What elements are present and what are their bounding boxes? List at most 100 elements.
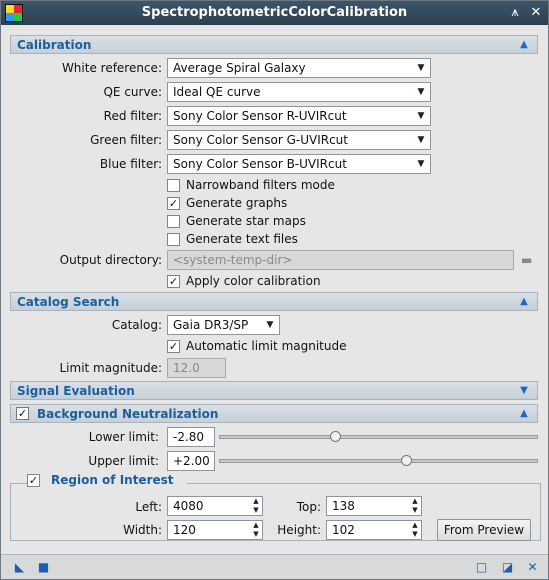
upper-limit-slider[interactable] bbox=[219, 455, 538, 467]
roi-left-spinbox[interactable]: 4080 ▲ ▼ bbox=[167, 496, 263, 516]
roi-height-value: 102 bbox=[332, 523, 355, 537]
chevron-down-icon: ▼ bbox=[417, 87, 425, 97]
edit-instance-icon[interactable]: ◪ bbox=[501, 561, 514, 574]
region-of-interest-title[interactable]: ✓ Region of Interest bbox=[27, 471, 187, 491]
expand-down-icon[interactable]: ▼ bbox=[517, 383, 531, 398]
title-bar[interactable]: SpectrophotometricColorCalibration ⩚ ✕ bbox=[1, 1, 548, 25]
auto-limit-checkbox-box[interactable]: ✓ bbox=[167, 340, 180, 353]
white-reference-label: White reference: bbox=[61, 61, 162, 75]
from-preview-button[interactable]: From Preview bbox=[437, 519, 531, 541]
generate-star-maps-checkbox[interactable]: Generate star maps bbox=[167, 214, 367, 229]
catalog-label: Catalog: bbox=[111, 318, 162, 332]
background-neutralization-checkbox[interactable]: ✓ bbox=[16, 407, 29, 420]
roi-label: Region of Interest bbox=[51, 473, 174, 487]
reset-icon[interactable]: ✕ bbox=[526, 561, 539, 574]
generate-graphs-checkbox[interactable]: ✓ Generate graphs bbox=[167, 196, 367, 211]
spin-down-icon[interactable]: ▼ bbox=[250, 506, 262, 515]
spcc-window: SpectrophotometricColorCalibration ⩚ ✕ C… bbox=[0, 0, 549, 580]
shade-window-icon[interactable]: ⩚ bbox=[506, 4, 524, 22]
blue-filter-value: Sony Color Sensor B-UVIRcut bbox=[173, 157, 347, 171]
limit-magnitude-field[interactable]: 12.0 bbox=[167, 358, 226, 378]
section-calibration-label: Calibration bbox=[17, 38, 92, 52]
collapse-up-icon[interactable]: ▲ bbox=[517, 294, 531, 309]
narrowband-label: Narrowband filters mode bbox=[186, 178, 335, 192]
lower-limit-slider-thumb[interactable] bbox=[330, 431, 341, 442]
chevron-down-icon: ▼ bbox=[417, 111, 425, 121]
new-instance-icon[interactable]: ◣ bbox=[13, 561, 26, 574]
generate-graphs-checkbox-box[interactable]: ✓ bbox=[167, 197, 180, 210]
process-control-bar: ◣ ■ □ ◪ ✕ bbox=[1, 554, 548, 579]
roi-width-label: Width: bbox=[123, 523, 162, 537]
section-background-neutralization-label: Background Neutralization bbox=[37, 407, 219, 421]
collapse-up-icon[interactable]: ▲ bbox=[517, 37, 531, 52]
roi-top-spinbox[interactable]: 138 ▲ ▼ bbox=[326, 496, 422, 516]
lower-limit-value: -2.80 bbox=[173, 430, 205, 444]
green-filter-select[interactable]: Sony Color Sensor G-UVIRcut ▼ bbox=[167, 130, 431, 150]
catalog-select[interactable]: Gaia DR3/SP ▼ bbox=[167, 315, 280, 335]
output-directory-label: Output directory: bbox=[59, 253, 162, 267]
red-filter-label: Red filter: bbox=[103, 109, 162, 123]
roi-checkbox[interactable]: ✓ bbox=[27, 474, 40, 487]
close-window-icon[interactable]: ✕ bbox=[527, 4, 545, 22]
auto-limit-magnitude-checkbox[interactable]: ✓ Automatic limit magnitude bbox=[167, 339, 367, 354]
generate-text-files-checkbox-box[interactable] bbox=[167, 233, 180, 246]
spin-up-icon[interactable]: ▲ bbox=[409, 521, 421, 530]
qe-curve-select[interactable]: Ideal QE curve ▼ bbox=[167, 82, 431, 102]
chevron-down-icon: ▼ bbox=[266, 320, 274, 330]
collapse-up-icon[interactable]: ▲ bbox=[517, 406, 531, 421]
spin-down-icon[interactable]: ▼ bbox=[250, 530, 262, 539]
apply-color-calibration-checkbox[interactable]: ✓ Apply color calibration bbox=[167, 274, 367, 289]
section-catalog-search[interactable]: Catalog Search ▲ bbox=[10, 292, 538, 311]
upper-limit-field[interactable]: +2.00 bbox=[167, 451, 215, 471]
roi-left-value: 4080 bbox=[173, 499, 204, 513]
spin-up-icon[interactable]: ▲ bbox=[409, 497, 421, 506]
chevron-down-icon: ▼ bbox=[417, 135, 425, 145]
roi-height-spinbox[interactable]: 102 ▲ ▼ bbox=[326, 520, 422, 540]
limit-magnitude-label: Limit magnitude: bbox=[59, 361, 162, 375]
section-signal-evaluation[interactable]: Signal Evaluation ▼ bbox=[10, 381, 538, 400]
roi-width-spinbox[interactable]: 120 ▲ ▼ bbox=[167, 520, 263, 540]
lower-limit-slider-track bbox=[219, 435, 538, 439]
narrowband-checkbox[interactable]: Narrowband filters mode bbox=[167, 178, 367, 193]
section-signal-evaluation-label: Signal Evaluation bbox=[17, 384, 135, 398]
generate-star-maps-checkbox-box[interactable] bbox=[167, 215, 180, 228]
lower-limit-slider[interactable] bbox=[219, 431, 538, 443]
generate-star-maps-label: Generate star maps bbox=[186, 214, 306, 228]
green-filter-label: Green filter: bbox=[90, 133, 162, 147]
generate-text-files-checkbox[interactable]: Generate text files bbox=[167, 232, 367, 247]
white-reference-select[interactable]: Average Spiral Galaxy ▼ bbox=[167, 58, 431, 78]
apply-color-calibration-label: Apply color calibration bbox=[186, 274, 321, 288]
qe-curve-label: QE curve: bbox=[103, 85, 162, 99]
output-directory-placeholder: <system-temp-dir> bbox=[173, 253, 293, 267]
red-filter-value: Sony Color Sensor R-UVIRcut bbox=[173, 109, 347, 123]
section-calibration[interactable]: Calibration ▲ bbox=[10, 35, 538, 54]
blue-filter-select[interactable]: Sony Color Sensor B-UVIRcut ▼ bbox=[167, 154, 431, 174]
apply-checkbox-box[interactable]: ✓ bbox=[167, 275, 180, 288]
apply-global-icon[interactable]: ■ bbox=[37, 561, 50, 574]
white-reference-value: Average Spiral Galaxy bbox=[173, 61, 306, 75]
spin-down-icon[interactable]: ▼ bbox=[409, 530, 421, 539]
spin-down-icon[interactable]: ▼ bbox=[409, 506, 421, 515]
upper-limit-slider-thumb[interactable] bbox=[401, 455, 412, 466]
roi-width-value: 120 bbox=[173, 523, 196, 537]
roi-left-label: Left: bbox=[135, 500, 162, 514]
output-directory-field[interactable]: <system-temp-dir> bbox=[167, 250, 514, 270]
limit-magnitude-value: 12.0 bbox=[173, 361, 200, 375]
lower-limit-field[interactable]: -2.80 bbox=[167, 427, 215, 447]
blue-filter-label: Blue filter: bbox=[99, 157, 162, 171]
roi-top-label: Top: bbox=[296, 500, 321, 514]
narrowband-checkbox-box[interactable] bbox=[167, 179, 180, 192]
catalog-value: Gaia DR3/SP bbox=[173, 318, 249, 332]
chevron-down-icon: ▼ bbox=[417, 63, 425, 73]
browse-documentation-icon[interactable]: □ bbox=[475, 561, 488, 574]
lower-limit-label: Lower limit: bbox=[88, 430, 159, 444]
upper-limit-label: Upper limit: bbox=[88, 454, 159, 468]
red-filter-select[interactable]: Sony Color Sensor R-UVIRcut ▼ bbox=[167, 106, 431, 126]
spin-up-icon[interactable]: ▲ bbox=[250, 497, 262, 506]
upper-limit-value: +2.00 bbox=[173, 454, 210, 468]
section-background-neutralization[interactable]: ✓ Background Neutralization ▲ bbox=[10, 404, 538, 423]
spin-up-icon[interactable]: ▲ bbox=[250, 521, 262, 530]
chevron-down-icon: ▼ bbox=[417, 159, 425, 169]
auto-limit-magnitude-label: Automatic limit magnitude bbox=[186, 339, 347, 353]
folder-icon[interactable]: ▬ bbox=[521, 254, 535, 266]
